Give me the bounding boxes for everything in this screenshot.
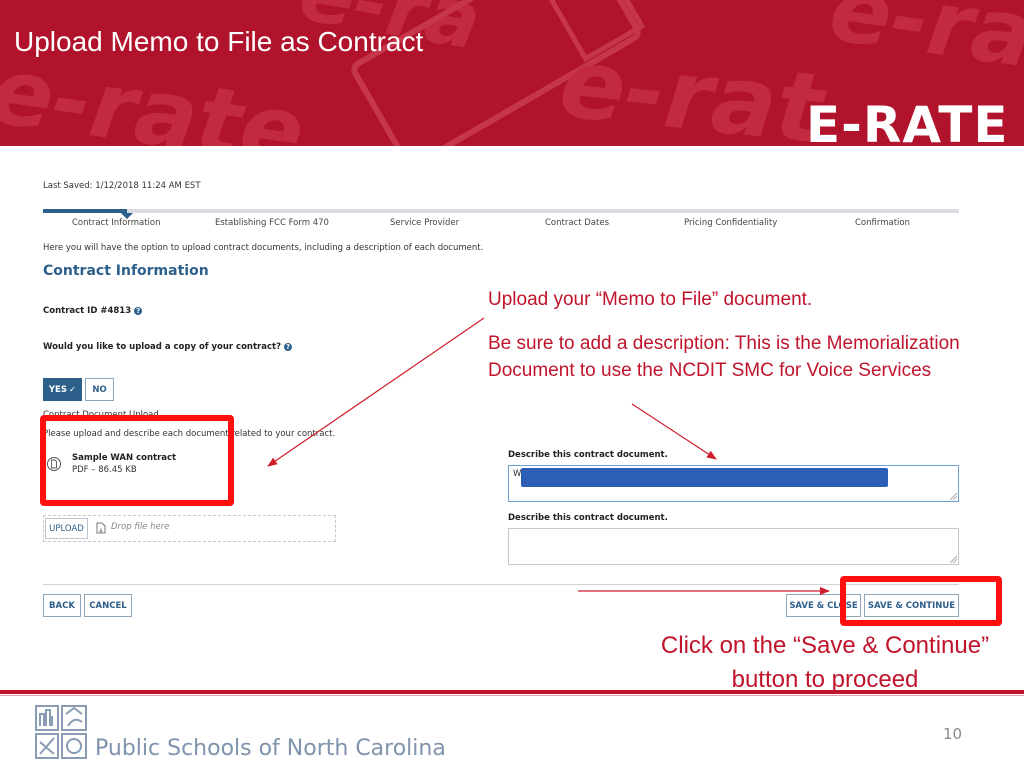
footer-rule-thin [0, 695, 1024, 696]
nc-dpi-logo-icon [35, 705, 87, 759]
arrow-to-description [631, 403, 717, 460]
annotation-arrows [267, 317, 830, 595]
footer-text: Public Schools of North Carolina [95, 736, 446, 761]
arrow-to-file [267, 317, 485, 467]
footer-rule [0, 690, 1024, 694]
page-number: 10 [943, 725, 963, 743]
